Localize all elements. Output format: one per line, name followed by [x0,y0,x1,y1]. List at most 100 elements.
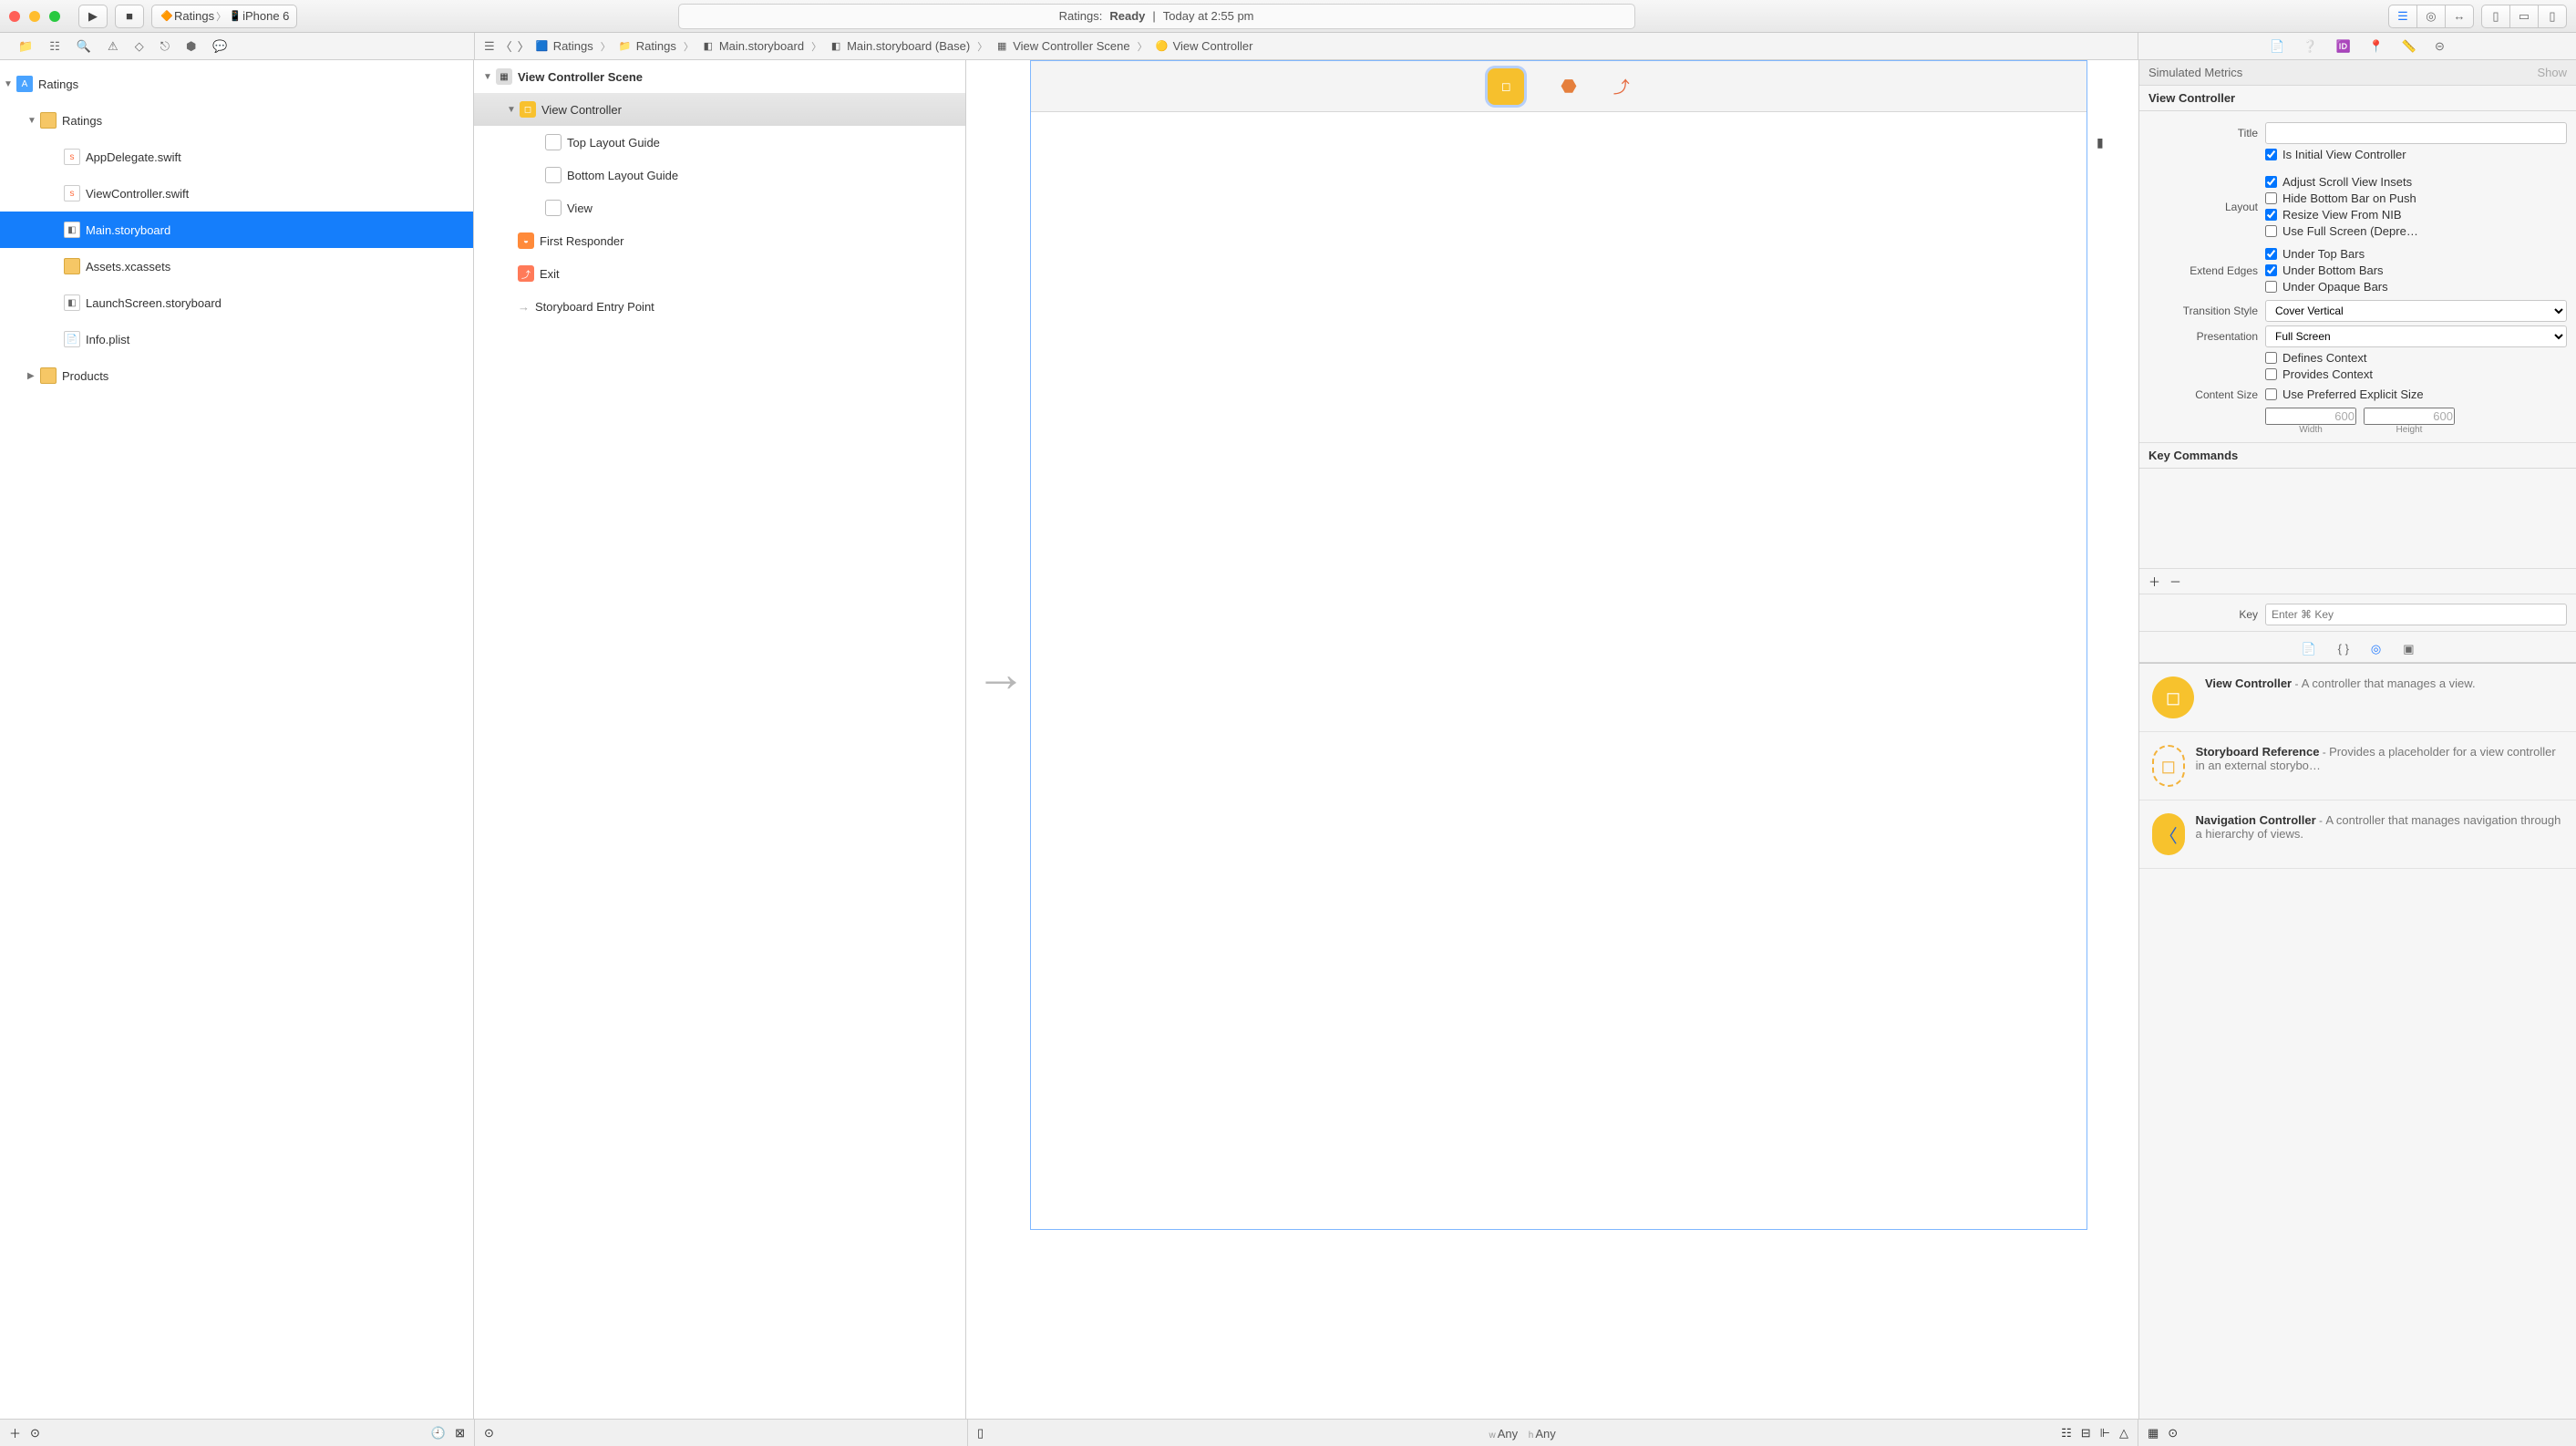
crumb-vc[interactable]: 🟡View Controller [1155,39,1253,54]
stop-button[interactable]: ■ [115,5,144,28]
project-navigator-tab[interactable]: 📁 [18,39,33,54]
storyboard-canvas[interactable]: → ◻ ⬣ ⤴ ▮ [966,60,2138,1419]
initial-vc-checkbox[interactable] [2265,149,2277,160]
connections-inspector-tab[interactable]: ⊝ [2435,39,2445,54]
vc-dock-icon[interactable]: ◻ [1488,68,1524,105]
recent-filter-button[interactable]: 🕘 [431,1426,446,1441]
toggle-outline-button[interactable]: ▯ [977,1426,984,1441]
outline-first-responder[interactable]: ◒ First Responder [474,224,965,257]
attributes-inspector-tab[interactable]: 📍 [2369,39,2384,54]
toggle-navigator-button[interactable]: ▯ [2481,5,2510,28]
provides-context-checkbox[interactable] [2265,368,2277,380]
add-button[interactable]: ＋ [9,1424,21,1441]
nav-file[interactable]: ◧ LaunchScreen.storyboard [0,284,473,321]
width-field[interactable] [2265,408,2356,425]
test-navigator-tab[interactable]: ◇ [135,39,144,54]
version-editor-button[interactable]: ↔ [2445,5,2474,28]
minimize-window-button[interactable] [29,11,40,22]
height-field[interactable] [2364,408,2455,425]
quick-help-tab[interactable]: ❔ [2303,39,2317,54]
crumb-scene[interactable]: ▦View Controller Scene [994,39,1129,54]
issue-navigator-tab[interactable]: ⚠ [108,39,118,54]
library-grid-button[interactable]: ▦ [2148,1426,2159,1441]
nav-file[interactable]: Assets.xcassets [0,248,473,284]
breakpoint-navigator-tab[interactable]: ⬢ [186,39,196,54]
jump-bar[interactable]: ☰ 〈 〉 🟦Ratings〉 📁Ratings〉 ◧Main.storyboa… [475,37,2138,55]
pin-button[interactable]: ⊩ [2100,1426,2110,1441]
transition-select[interactable]: Cover Vertical [2265,300,2567,322]
outline-vc[interactable]: ▼ ◻ View Controller [474,93,965,126]
disclosure-icon[interactable]: ▶ [27,371,38,381]
scm-filter-button[interactable]: ⊠ [455,1426,465,1441]
report-navigator-tab[interactable]: 💬 [212,39,227,54]
under-top-checkbox[interactable] [2265,248,2277,260]
crumb-group[interactable]: 📁Ratings [618,39,676,54]
debug-navigator-tab[interactable]: ⎋ [160,39,170,54]
crumb-file[interactable]: ◧Main.storyboard [701,39,804,54]
nav-file[interactable]: s AppDelegate.swift [0,139,473,175]
disclosure-icon[interactable]: ▼ [4,79,15,89]
disclosure-icon[interactable]: ▼ [507,105,518,115]
align-button[interactable]: ⊟ [2081,1426,2091,1441]
outline-entry-point[interactable]: → Storyboard Entry Point [474,290,965,323]
find-navigator-tab[interactable]: 🔍 [77,39,91,54]
filter-button[interactable]: ⊙ [30,1426,40,1441]
zoom-window-button[interactable] [49,11,60,22]
outline-child[interactable]: Top Layout Guide [474,126,965,159]
crumb-project[interactable]: 🟦Ratings [535,39,593,54]
adjust-scroll-checkbox[interactable] [2265,176,2277,188]
hide-bottom-checkbox[interactable] [2265,192,2277,204]
add-key-command-button[interactable]: ＋ [2148,573,2160,590]
toggle-debug-button[interactable]: ▭ [2509,5,2539,28]
under-bottom-checkbox[interactable] [2265,264,2277,276]
outline-scene[interactable]: ▼ ▦ View Controller Scene [474,60,965,93]
first-responder-dock-icon[interactable]: ⬣ [1561,75,1576,98]
nav-group[interactable]: ▼ Ratings [0,102,473,139]
code-snippet-library-tab[interactable]: { } [2338,642,2349,656]
embed-in-stack-button[interactable]: ☷ [2061,1426,2072,1441]
disclosure-icon[interactable]: ▼ [27,116,38,126]
file-inspector-tab[interactable]: 📄 [2270,39,2284,54]
presentation-select[interactable]: Full Screen [2265,325,2567,347]
resolve-issues-button[interactable]: △ [2119,1426,2128,1441]
show-button[interactable]: Show [2537,66,2567,79]
nav-products[interactable]: ▶ Products [0,357,473,394]
scheme-selector[interactable]: 🔶 Ratings 〉 📱 iPhone 6 [151,5,297,28]
size-inspector-tab[interactable]: 📏 [2402,39,2416,54]
library-item[interactable]: ◻ Storyboard Reference - Provides a plac… [2139,732,2576,800]
file-template-library-tab[interactable]: 📄 [2301,642,2315,656]
library-item[interactable]: 〈 Navigation Controller - A controller t… [2139,800,2576,869]
view-controller-canvas[interactable]: ◻ ⬣ ⤴ [1030,60,2087,1230]
key-field[interactable] [2265,604,2567,625]
forward-button[interactable]: 〉 [518,37,530,55]
standard-editor-button[interactable]: ☰ [2388,5,2417,28]
exit-dock-icon[interactable]: ⤴ [1613,75,1630,98]
assistant-editor-button[interactable]: ◎ [2416,5,2446,28]
back-button[interactable]: 〈 [500,37,512,55]
close-window-button[interactable] [9,11,20,22]
nav-file-selected[interactable]: ◧ Main.storyboard [0,212,473,248]
library-filter-button[interactable]: ⊙ [2168,1426,2178,1441]
outline-filter-button[interactable]: ⊙ [484,1426,494,1441]
toggle-utilities-button[interactable]: ▯ [2538,5,2567,28]
under-opaque-checkbox[interactable] [2265,281,2277,293]
related-items-button[interactable]: ☰ [484,39,495,54]
media-library-tab[interactable]: ▣ [2403,642,2414,656]
object-library-tab[interactable]: ◎ [2371,642,2381,656]
use-preferred-checkbox[interactable] [2265,388,2277,400]
run-button[interactable]: ▶ [78,5,108,28]
size-class-control[interactable]: wAny hAny [993,1426,2052,1441]
full-screen-checkbox[interactable] [2265,225,2277,237]
crumb-base[interactable]: ◧Main.storyboard (Base) [829,39,970,54]
outline-child[interactable]: Bottom Layout Guide [474,159,965,191]
nav-file[interactable]: 📄 Info.plist [0,321,473,357]
title-field[interactable] [2265,122,2567,144]
nav-root[interactable]: ▼ A Ratings [0,66,473,102]
outline-exit[interactable]: ⤴ Exit [474,257,965,290]
entry-point-arrow-icon[interactable]: → [975,644,1026,703]
nav-file[interactable]: s ViewController.swift [0,175,473,212]
identity-inspector-tab[interactable]: 🆔 [2335,39,2350,54]
library-item[interactable]: ◻ View Controller - A controller that ma… [2139,664,2576,732]
outline-child[interactable]: View [474,191,965,224]
disclosure-icon[interactable]: ▼ [483,72,494,82]
